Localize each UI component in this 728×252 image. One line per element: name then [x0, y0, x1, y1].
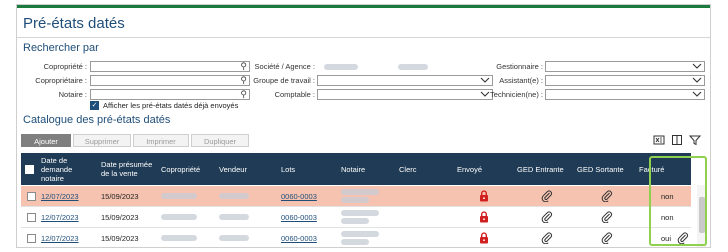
- row-checkbox[interactable]: [27, 207, 36, 227]
- add-button[interactable]: Ajouter: [21, 134, 71, 147]
- duplicate-button[interactable]: Dupliquer: [191, 134, 249, 147]
- notaire-input[interactable]: ⚲: [90, 89, 250, 100]
- table-row[interactable]: 12/07/2023 15/09/2023 0060-0003 non: [21, 186, 691, 207]
- copropriete-label: Copropriété :: [43, 62, 87, 71]
- date-vente-cell: 15/09/2023: [101, 191, 139, 201]
- chevron-down-icon[interactable]: [692, 75, 702, 85]
- technicien-label: Technicien(ne) :: [490, 90, 543, 99]
- lots-link[interactable]: 0060-0003: [281, 228, 317, 247]
- lots-link[interactable]: 0060-0003: [281, 186, 317, 206]
- paperclip-icon[interactable]: [541, 186, 553, 206]
- gestionnaire-select[interactable]: [545, 61, 705, 72]
- paperclip-icon[interactable]: [601, 207, 613, 227]
- search-icon[interactable]: ⚲: [240, 74, 247, 86]
- col-envoye[interactable]: Envoyé: [457, 153, 515, 185]
- top-accent-bar: [17, 5, 710, 8]
- page-title: Pré-états datés: [23, 15, 125, 32]
- copropriete-cell: [161, 228, 197, 247]
- show-sent-option[interactable]: ✓ Afficher les pré-états datés déjà envo…: [90, 101, 238, 110]
- chevron-down-icon[interactable]: [692, 89, 702, 99]
- date-vente-cell: 15/09/2023: [101, 233, 139, 243]
- col-date-vente[interactable]: Date présumée de la vente: [101, 153, 159, 185]
- societe-agence-field: [317, 61, 477, 72]
- filter-icon[interactable]: [689, 134, 701, 146]
- vendeur-cell: [219, 207, 249, 227]
- col-copropriete[interactable]: Copropriété: [161, 153, 219, 185]
- col-ged-entrante[interactable]: GED Entrante: [517, 153, 577, 185]
- lock-icon[interactable]: [479, 228, 489, 247]
- app-frame: Pré-états datés Rechercher par Coproprié…: [16, 4, 711, 248]
- paperclip-icon[interactable]: [541, 207, 553, 227]
- show-sent-checkbox[interactable]: ✓: [90, 101, 99, 110]
- groupe-travail-select[interactable]: [317, 75, 493, 86]
- catalogue-title: Catalogue des pré-états datés: [23, 114, 171, 126]
- date-vente-cell: 15/09/2023: [101, 212, 139, 222]
- search-icon[interactable]: ⚲: [240, 88, 247, 100]
- print-button[interactable]: Imprimer: [133, 134, 189, 147]
- table-row[interactable]: 12/07/2023 15/09/2023 0060-0003 oui: [21, 228, 691, 247]
- export-excel-icon[interactable]: [653, 134, 665, 146]
- coproprietaire-input[interactable]: ⚲: [90, 75, 250, 86]
- col-clerc[interactable]: Clerc: [399, 153, 457, 185]
- paperclip-icon[interactable]: [601, 186, 613, 206]
- date-demande-link[interactable]: 12/07/2023: [41, 207, 79, 227]
- vendeur-cell: [219, 186, 249, 206]
- row-checkbox[interactable]: [27, 186, 36, 206]
- copropriete-cell: [161, 207, 197, 227]
- date-demande-link[interactable]: 12/07/2023: [41, 228, 79, 247]
- paperclip-icon[interactable]: [601, 228, 613, 247]
- lock-icon[interactable]: [479, 207, 489, 227]
- col-vendeur[interactable]: Vendeur: [219, 153, 277, 185]
- comptable-label: Comptable :: [274, 90, 315, 99]
- facture-highlight-box: [649, 156, 707, 246]
- paperclip-icon[interactable]: [541, 228, 553, 247]
- comptable-select[interactable]: [317, 89, 493, 100]
- notaire-cell: [341, 228, 379, 247]
- search-icon[interactable]: ⚲: [240, 60, 247, 72]
- col-date-demande[interactable]: Date de demande notaire: [41, 153, 93, 185]
- col-notaire[interactable]: Notaire: [341, 153, 399, 185]
- title-divider: [17, 37, 710, 38]
- columns-icon[interactable]: [671, 134, 683, 146]
- notaire-label: Notaire :: [58, 90, 87, 99]
- table-header: Date de demande notaire Date présumée de…: [21, 153, 691, 185]
- lock-icon[interactable]: [479, 186, 489, 206]
- coproprietaire-label: Copropriétaire :: [35, 76, 87, 85]
- technicien-select[interactable]: [545, 89, 705, 100]
- copropriete-cell: [161, 186, 197, 206]
- notaire-cell: [341, 186, 379, 206]
- copropriete-input[interactable]: ⚲: [90, 61, 250, 72]
- chevron-down-icon[interactable]: [692, 61, 702, 71]
- vendeur-cell: [219, 228, 249, 247]
- search-section-title: Rechercher par: [23, 42, 99, 54]
- notaire-cell: [341, 207, 379, 227]
- row-checkbox[interactable]: [27, 228, 36, 247]
- table-row[interactable]: 12/07/2023 15/09/2023 0060-0003 non: [21, 207, 691, 228]
- show-sent-label: Afficher les pré-états datés déjà envoyé…: [103, 101, 239, 110]
- assistant-label: Assistant(e) :: [499, 76, 543, 85]
- gestionnaire-label: Gestionnaire :: [496, 62, 543, 71]
- date-demande-link[interactable]: 12/07/2023: [41, 186, 79, 206]
- societe-agence-label: Société / Agence :: [254, 62, 315, 71]
- delete-button[interactable]: Supprimer: [73, 134, 131, 147]
- assistant-select[interactable]: [545, 75, 705, 86]
- groupe-travail-label: Groupe de travail :: [253, 76, 315, 85]
- lots-link[interactable]: 0060-0003: [281, 207, 317, 227]
- col-lots[interactable]: Lots: [281, 153, 339, 185]
- col-ged-sortante[interactable]: GED Sortante: [577, 153, 637, 185]
- select-all-checkbox-cell[interactable]: [25, 153, 37, 185]
